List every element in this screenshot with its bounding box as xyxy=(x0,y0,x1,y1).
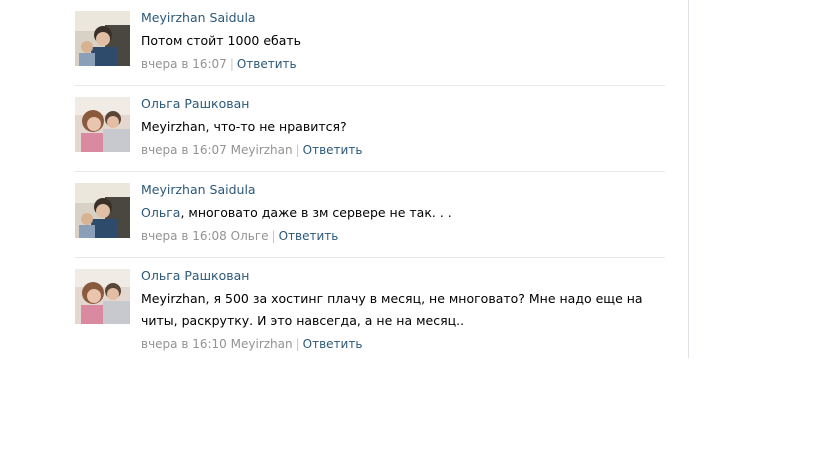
comment-author[interactable]: Meyirzhan Saidula xyxy=(141,182,665,198)
comment-text: Потом стойт 1000 ебать xyxy=(141,33,302,48)
comment-author[interactable]: Ольга Рашкован xyxy=(141,268,665,284)
comment-author[interactable]: Meyirzhan Saidula xyxy=(141,10,665,26)
reply-link[interactable]: Ответить xyxy=(303,143,363,157)
column-divider xyxy=(688,0,689,358)
meta-separator: | xyxy=(229,57,234,71)
comment-item: Ольга Рашкован Meyirzhan, я 500 за хости… xyxy=(75,258,665,363)
comment-timestamp[interactable]: вчера в 16:10 xyxy=(141,337,227,351)
mention-link[interactable]: Ольга xyxy=(141,205,180,220)
reply-link[interactable]: Ответить xyxy=(303,337,363,351)
meta-separator: | xyxy=(295,143,300,157)
comment-item: Meyirzhan Saidula Ольга, многовато даже … xyxy=(75,172,665,258)
comment-meta: вчера в 16:07 | Ответить xyxy=(141,56,665,72)
comment-meta: вчера в 16:07 Meyirzhan | Ответить xyxy=(141,142,665,158)
comment-meta: вчера в 16:10 Meyirzhan | Ответить xyxy=(141,336,665,352)
comment-text: Meyirzhan, я 500 за хостинг плачу в меся… xyxy=(141,291,643,328)
comment-body: Ольга Рашкован Meyirzhan, я 500 за хости… xyxy=(141,268,665,352)
meta-separator: | xyxy=(295,337,300,351)
avatar[interactable] xyxy=(75,11,130,66)
comment-meta: вчера в 16:08 Ольге | Ответить xyxy=(141,228,665,244)
comment-text: Meyirzhan, что-то не нравится? xyxy=(141,119,347,134)
comment-timestamp[interactable]: вчера в 16:07 xyxy=(141,143,227,157)
reply-link[interactable]: Ответить xyxy=(237,57,297,71)
reply-to-link[interactable]: Ольге xyxy=(231,229,269,243)
comment-item: Ольга Рашкован Meyirzhan, что-то не нрав… xyxy=(75,86,665,172)
comment-body: Meyirzhan Saidula Ольга, многовато даже … xyxy=(141,182,665,244)
comment-author[interactable]: Ольга Рашкован xyxy=(141,96,665,112)
comment-item: Meyirzhan Saidula Потом стойт 1000 ебать… xyxy=(75,0,665,86)
reply-link[interactable]: Ответить xyxy=(279,229,339,243)
meta-separator: | xyxy=(271,229,276,243)
comment-text: Ольга, многовато даже в зм сервере не та… xyxy=(141,202,665,224)
comment-text-content: , многовато даже в зм сервере не так. . … xyxy=(180,205,452,220)
comment-list: Meyirzhan Saidula Потом стойт 1000 ебать… xyxy=(75,0,665,363)
comment-timestamp[interactable]: вчера в 16:07 xyxy=(141,57,227,71)
reply-to-link[interactable]: Meyirzhan xyxy=(231,143,293,157)
avatar[interactable] xyxy=(75,183,130,238)
comment-body: Meyirzhan Saidula Потом стойт 1000 ебать… xyxy=(141,10,665,72)
avatar[interactable] xyxy=(75,269,130,324)
reply-to-link[interactable]: Meyirzhan xyxy=(231,337,293,351)
comment-timestamp[interactable]: вчера в 16:08 xyxy=(141,229,227,243)
comment-body: Ольга Рашкован Meyirzhan, что-то не нрав… xyxy=(141,96,665,158)
comments-page: Meyirzhan Saidula Потом стойт 1000 ебать… xyxy=(0,0,819,460)
avatar[interactable] xyxy=(75,97,130,152)
